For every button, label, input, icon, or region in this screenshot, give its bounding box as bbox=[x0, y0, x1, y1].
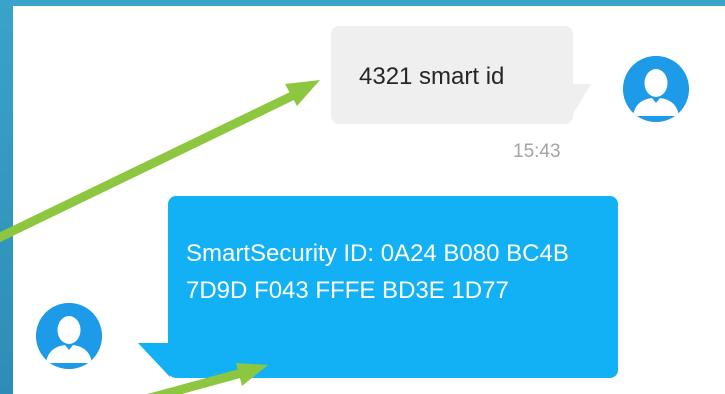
chat-screen: 4321 smart id 15:43 SmartSecurity ID: 0A… bbox=[13, 6, 725, 394]
outgoing-message-bubble[interactable]: 4321 smart id bbox=[331, 26, 591, 124]
message-timestamp: 15:43 bbox=[513, 141, 561, 162]
incoming-message-text: SmartSecurity ID: 0A24 B080 BC4B 7D9D F0… bbox=[186, 240, 569, 304]
user-silhouette-icon bbox=[623, 56, 689, 122]
incoming-message-bubble[interactable]: SmartSecurity ID: 0A24 B080 BC4B 7D9D F0… bbox=[138, 196, 618, 378]
own-avatar[interactable] bbox=[623, 56, 689, 122]
user-silhouette-icon bbox=[36, 303, 102, 369]
outgoing-message-text: 4321 smart id bbox=[359, 63, 505, 90]
contact-avatar[interactable] bbox=[36, 303, 102, 369]
